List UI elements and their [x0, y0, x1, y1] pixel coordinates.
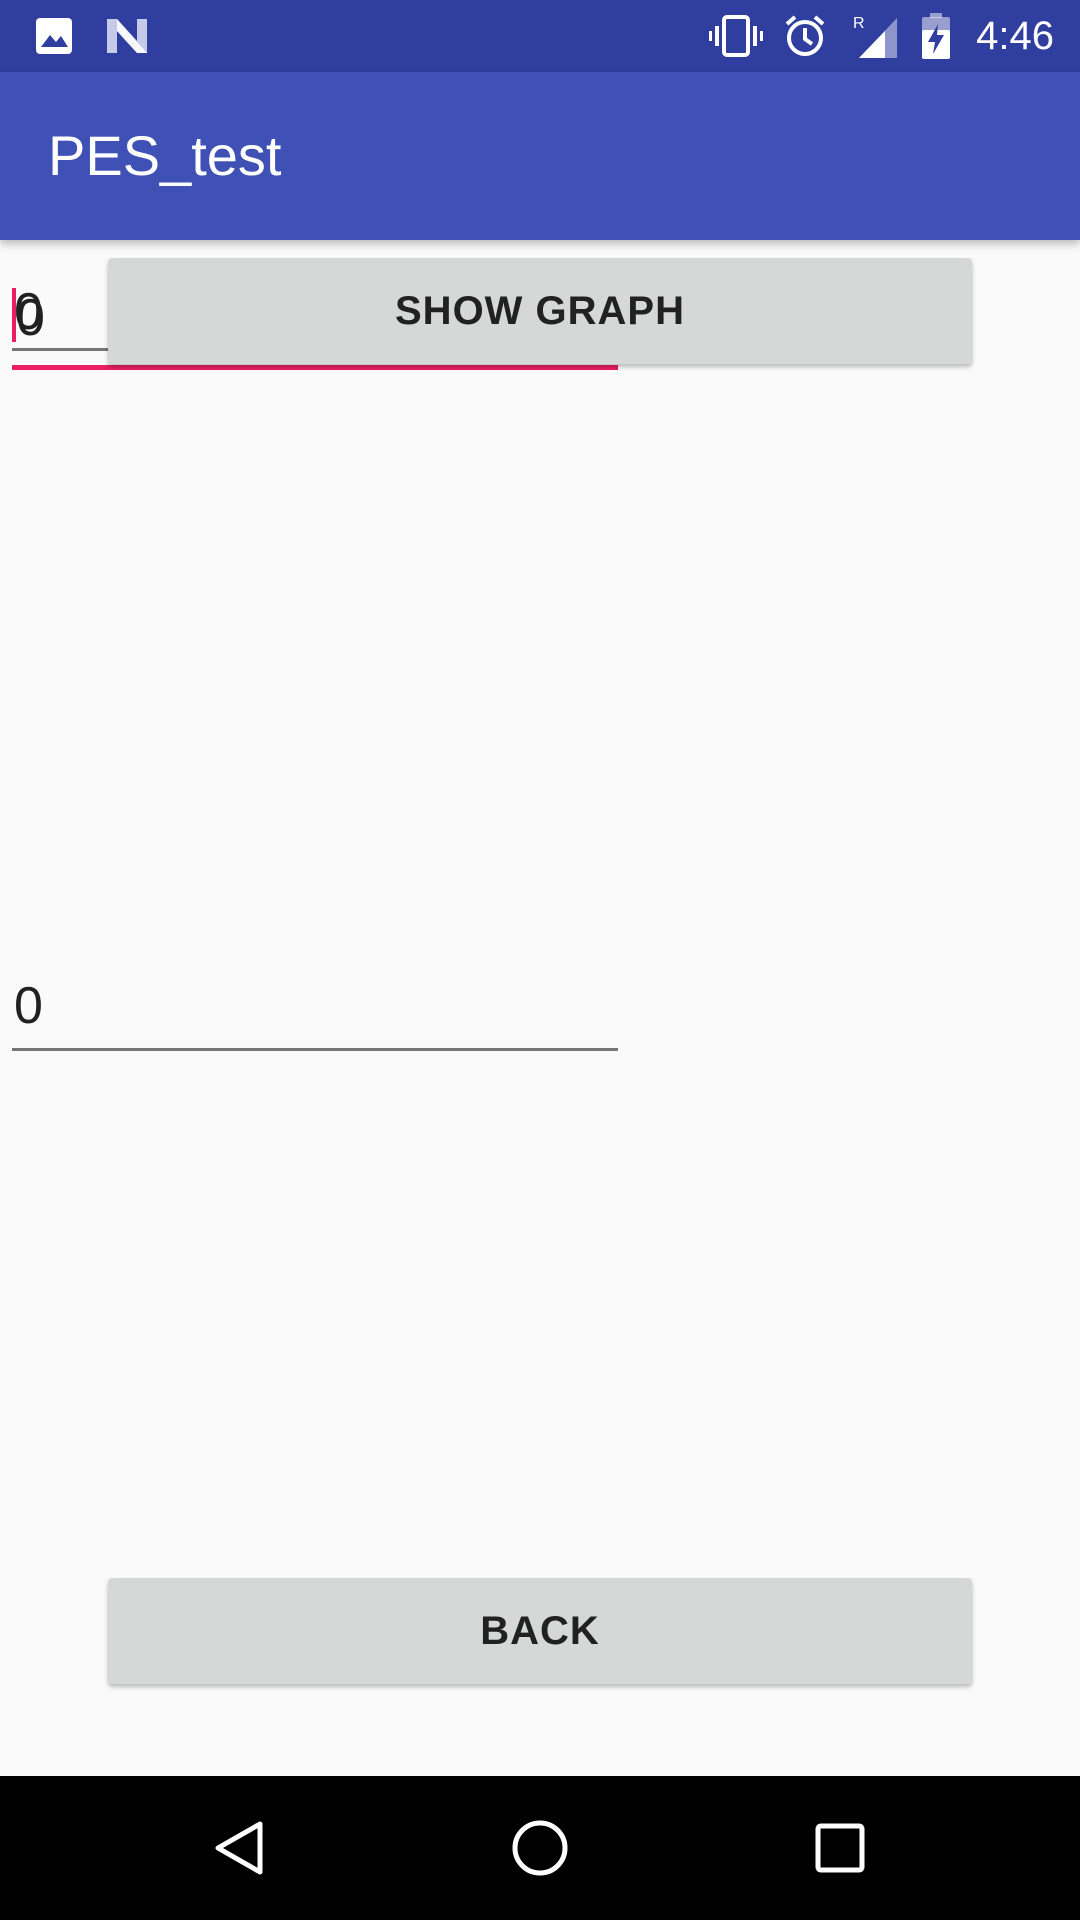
home-icon[interactable]	[460, 1776, 620, 1920]
back-icon[interactable]	[160, 1776, 320, 1920]
alarm-icon	[782, 0, 828, 72]
focused-field-underline	[12, 365, 618, 370]
battery-charging-icon	[918, 0, 954, 72]
image-icon	[34, 0, 74, 72]
bottom-field-underline	[12, 1048, 618, 1051]
overlap-field-underline	[12, 348, 108, 351]
vibrate-icon	[708, 0, 764, 72]
nav-bar	[0, 1776, 1080, 1920]
app-title: PES_test	[48, 124, 282, 187]
screen: R 4:46 PES_test 0 0 SHOW GRAPH 0 BACK	[0, 0, 1080, 1920]
app-bar: PES_test	[0, 72, 1080, 240]
svg-text:R: R	[853, 15, 865, 32]
status-time: 4:46	[976, 14, 1054, 58]
text-cursor	[12, 288, 16, 342]
bottom-value-field[interactable]: 0	[12, 976, 618, 1052]
show-graph-button[interactable]: SHOW GRAPH	[108, 258, 972, 364]
bottom-value-text: 0	[14, 977, 43, 1035]
signal-icon: R	[850, 0, 902, 72]
status-bar: R 4:46	[0, 0, 1080, 72]
back-button[interactable]: BACK	[108, 1578, 972, 1684]
recents-icon[interactable]	[760, 1776, 920, 1920]
n-logo-icon	[104, 0, 150, 72]
top-overlap-value-text: 0	[16, 289, 45, 347]
